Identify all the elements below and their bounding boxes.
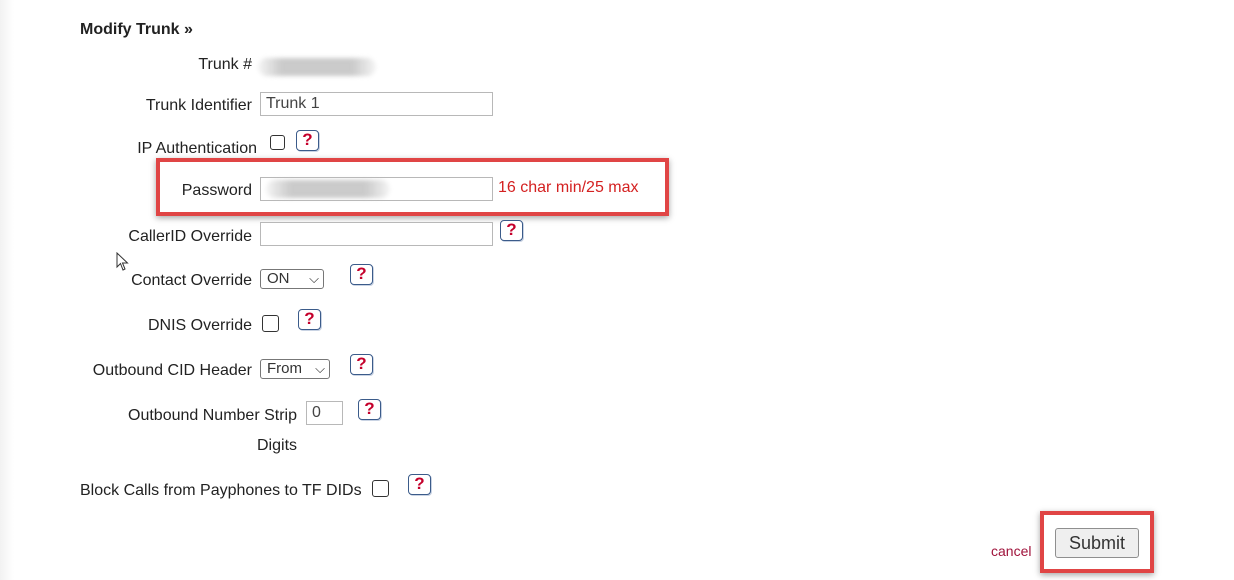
ip-authentication-label: IP Authentication (137, 140, 257, 157)
password-length-hint: 16 char min/25 max (498, 179, 639, 196)
dnis-override-label: DNIS Override (147, 317, 252, 334)
page-edge-shadow (0, 0, 14, 580)
dnis-override-checkbox[interactable] (262, 315, 279, 332)
dnis-override-help-icon[interactable]: ? (298, 309, 321, 330)
trunk-identifier-input[interactable]: Trunk 1 (260, 92, 493, 116)
mouse-cursor-icon (116, 252, 129, 271)
strip-digits-label-line2: Digits (257, 437, 298, 454)
block-payphones-checkbox[interactable] (372, 480, 389, 497)
callerid-override-help-icon[interactable]: ? (500, 220, 523, 241)
strip-digits-input[interactable]: 0 (306, 401, 343, 425)
contact-override-label: Contact Override (131, 272, 252, 289)
block-payphones-label: Block Calls from Payphones to TF DIDs (80, 482, 362, 499)
callerid-override-label: CallerID Override (128, 228, 252, 245)
password-value-redacted (266, 180, 390, 198)
ip-authentication-help-icon[interactable]: ? (296, 130, 319, 151)
outbound-cid-header-selected: From (267, 360, 302, 377)
cancel-link[interactable]: cancel (991, 543, 1031, 559)
outbound-cid-header-select[interactable]: From ⌵ (260, 359, 330, 379)
chevron-down-icon: ⌵ (315, 361, 325, 376)
submit-button[interactable]: Submit (1055, 528, 1139, 558)
trunk-number-value-redacted (258, 58, 376, 76)
contact-override-select[interactable]: ON ⌵ (260, 269, 324, 289)
contact-override-selected: ON (267, 270, 290, 287)
trunk-number-label: Trunk # (198, 56, 252, 73)
page-title: Modify Trunk » (80, 21, 193, 38)
block-payphones-help-icon[interactable]: ? (408, 474, 431, 495)
strip-digits-help-icon[interactable]: ? (358, 399, 381, 420)
password-label: Password (181, 182, 252, 199)
chevron-down-icon: ⌵ (309, 271, 319, 286)
strip-digits-label-line1: Outbound Number Strip (128, 407, 297, 424)
contact-override-help-icon[interactable]: ? (350, 264, 373, 285)
trunk-identifier-label: Trunk Identifier (145, 97, 252, 114)
ip-authentication-checkbox[interactable] (270, 135, 285, 150)
outbound-cid-header-label: Outbound CID Header (92, 362, 252, 379)
outbound-cid-header-help-icon[interactable]: ? (350, 354, 373, 375)
callerid-override-input[interactable] (260, 222, 493, 246)
